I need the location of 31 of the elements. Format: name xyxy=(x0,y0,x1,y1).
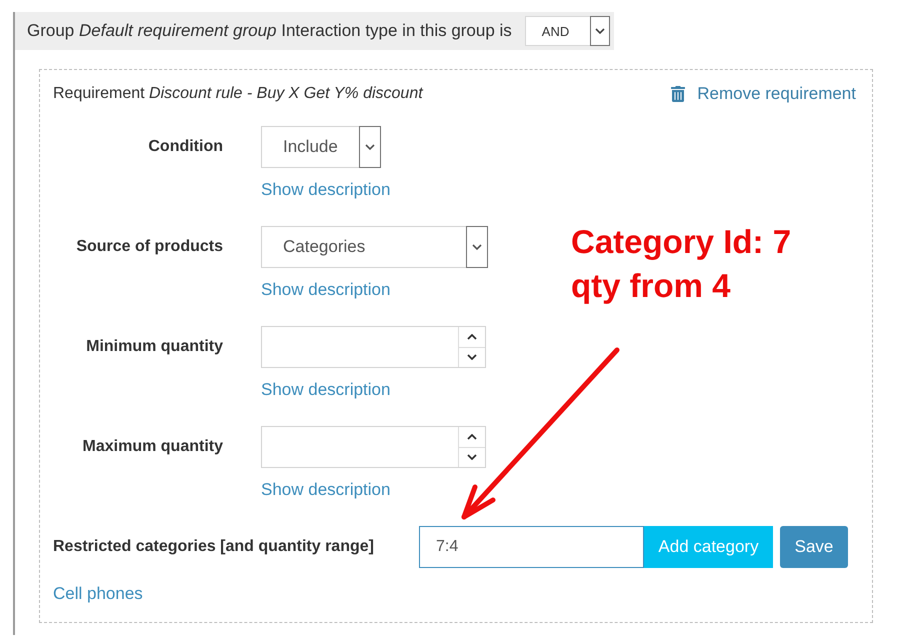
show-description-link[interactable]: Show description xyxy=(261,478,390,502)
show-description-link[interactable]: Show description xyxy=(261,178,390,202)
annotation-text: qty from 4 xyxy=(571,266,731,306)
field-label: Restricted categories [and quantity range] xyxy=(53,538,374,555)
number-field[interactable] xyxy=(261,426,486,468)
field-label: Condition xyxy=(148,138,223,156)
annotation-text: Category Id: 7 xyxy=(571,222,792,262)
field-label: Source of products xyxy=(76,238,223,256)
dropdown-select[interactable]: Include xyxy=(261,126,381,168)
chevron-down-icon xyxy=(590,16,610,46)
trash-icon xyxy=(671,86,686,102)
add-category-button[interactable]: Add category xyxy=(644,526,773,568)
field-label: Minimum quantity xyxy=(86,338,223,356)
chevron-down-icon xyxy=(359,126,381,168)
requirement-title: Requirement Discount rule - Buy X Get Y% discount xyxy=(53,84,423,104)
field-label: Maximum quantity xyxy=(82,438,223,456)
chevron-down-icon xyxy=(466,226,488,268)
show-description-link[interactable]: Show description xyxy=(261,378,390,402)
chevron-down-icon xyxy=(467,454,477,460)
save-button[interactable]: Save xyxy=(780,526,848,568)
dropdown-select[interactable]: Categories xyxy=(261,226,488,268)
chevron-down-icon xyxy=(467,354,477,360)
category-input[interactable]: 7:4 xyxy=(419,526,644,568)
group-title: Group Default requirement group Interaction type in this group is xyxy=(27,20,512,42)
chevron-up-icon xyxy=(467,434,477,440)
remove-requirement-link[interactable]: Remove requirement xyxy=(671,82,856,106)
number-field[interactable] xyxy=(261,326,486,368)
interaction-type-select[interactable]: AND xyxy=(524,16,610,46)
show-description-link[interactable]: Show description xyxy=(261,278,390,302)
category-link[interactable]: Cell phones xyxy=(53,582,143,606)
chevron-up-icon xyxy=(467,334,477,340)
